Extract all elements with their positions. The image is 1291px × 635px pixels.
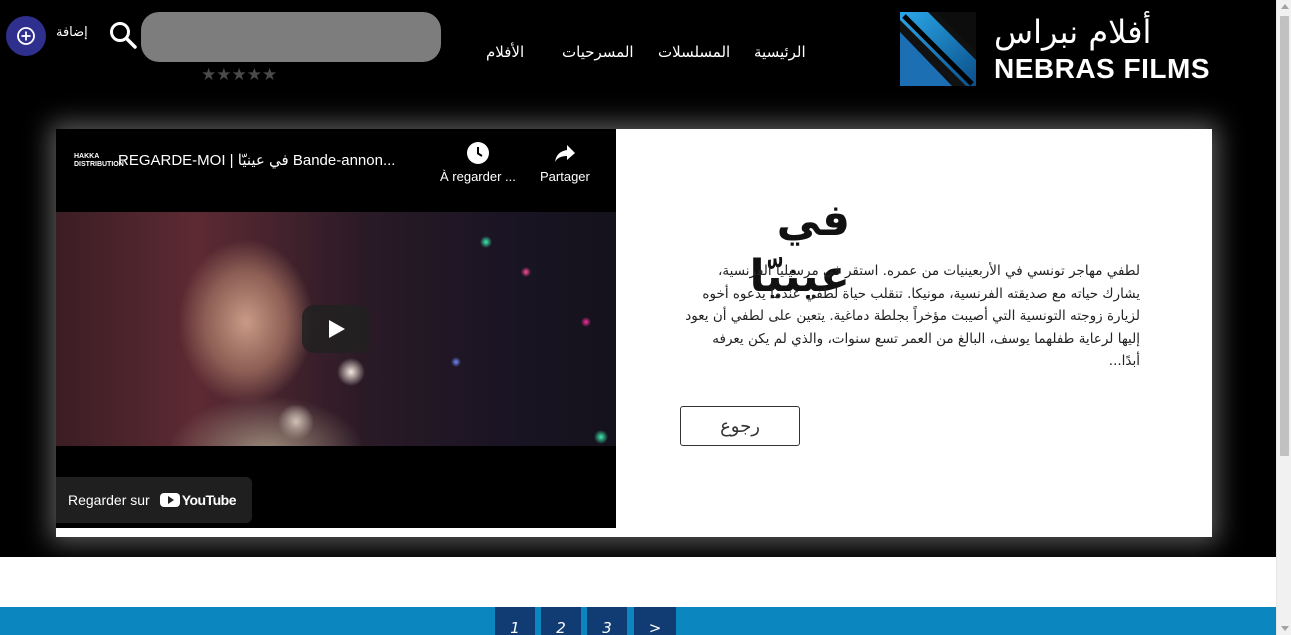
nav-home[interactable]: الرئيسية	[754, 43, 806, 61]
share-icon	[554, 145, 575, 162]
nav-plays[interactable]: المسرحيات	[562, 43, 634, 61]
youtube-play-icon	[159, 493, 180, 507]
clock-icon	[466, 142, 489, 164]
share-button[interactable]: Partager	[540, 141, 590, 184]
scroll-thumb[interactable]	[1280, 16, 1289, 456]
site-header: إضافة ★★★★★ الأفلام المسرحيات المسلسلات …	[0, 0, 1276, 115]
video-title[interactable]: REGARDE-MOI | في عينيّا Bande-annon...	[118, 151, 395, 169]
back-button[interactable]: رجوع	[680, 406, 800, 446]
watch-on-youtube-button[interactable]: Regarder sur YouTube	[56, 477, 252, 523]
scroll-up-arrow-icon[interactable]	[1281, 4, 1289, 9]
nav-films[interactable]: الأفلام	[486, 43, 524, 61]
film-card: HAKKA DISTRIBUTION REGARDE-MOI | في عيني…	[56, 129, 1212, 537]
nebras-logo-icon[interactable]	[900, 12, 976, 86]
add-button[interactable]	[6, 16, 46, 56]
scroll-down-arrow-icon[interactable]	[1281, 626, 1289, 631]
logo-arabic-text: أفلام نبراس	[994, 13, 1152, 51]
rating-stars[interactable]: ★★★★★	[201, 65, 277, 85]
page-button-1[interactable]: 1	[495, 607, 535, 635]
page-scrollbar[interactable]	[1276, 0, 1291, 635]
share-label: Partager	[540, 169, 590, 184]
play-button[interactable]	[302, 305, 370, 353]
search-icon[interactable]	[108, 20, 138, 50]
watch-later-button[interactable]: À regarder ...	[440, 141, 516, 184]
plus-circle-icon	[17, 27, 35, 45]
play-icon	[329, 320, 345, 338]
youtube-wordmark: YouTube	[181, 492, 237, 508]
watch-on-label: Regarder sur	[68, 492, 150, 508]
logo-english-text: NEBRAS FILMS	[994, 53, 1210, 84]
add-label[interactable]: إضافة	[56, 25, 88, 40]
watch-later-label: À regarder ...	[440, 169, 516, 184]
film-description: لطفي مهاجر تونسي في الأربعينيات من عمره.…	[685, 263, 1140, 369]
video-player[interactable]: HAKKA DISTRIBUTION REGARDE-MOI | في عيني…	[56, 129, 616, 528]
page-button-3[interactable]: 3	[587, 607, 627, 635]
next-page-button[interactable]: >	[634, 607, 676, 635]
nav-series[interactable]: المسلسلات	[658, 43, 730, 61]
youtube-logo: YouTube	[159, 492, 237, 508]
search-input[interactable]	[141, 12, 441, 62]
footer-spacer	[0, 557, 1276, 607]
page-button-2[interactable]: 2	[541, 607, 581, 635]
channel-logo[interactable]: HAKKA DISTRIBUTION	[74, 153, 124, 169]
